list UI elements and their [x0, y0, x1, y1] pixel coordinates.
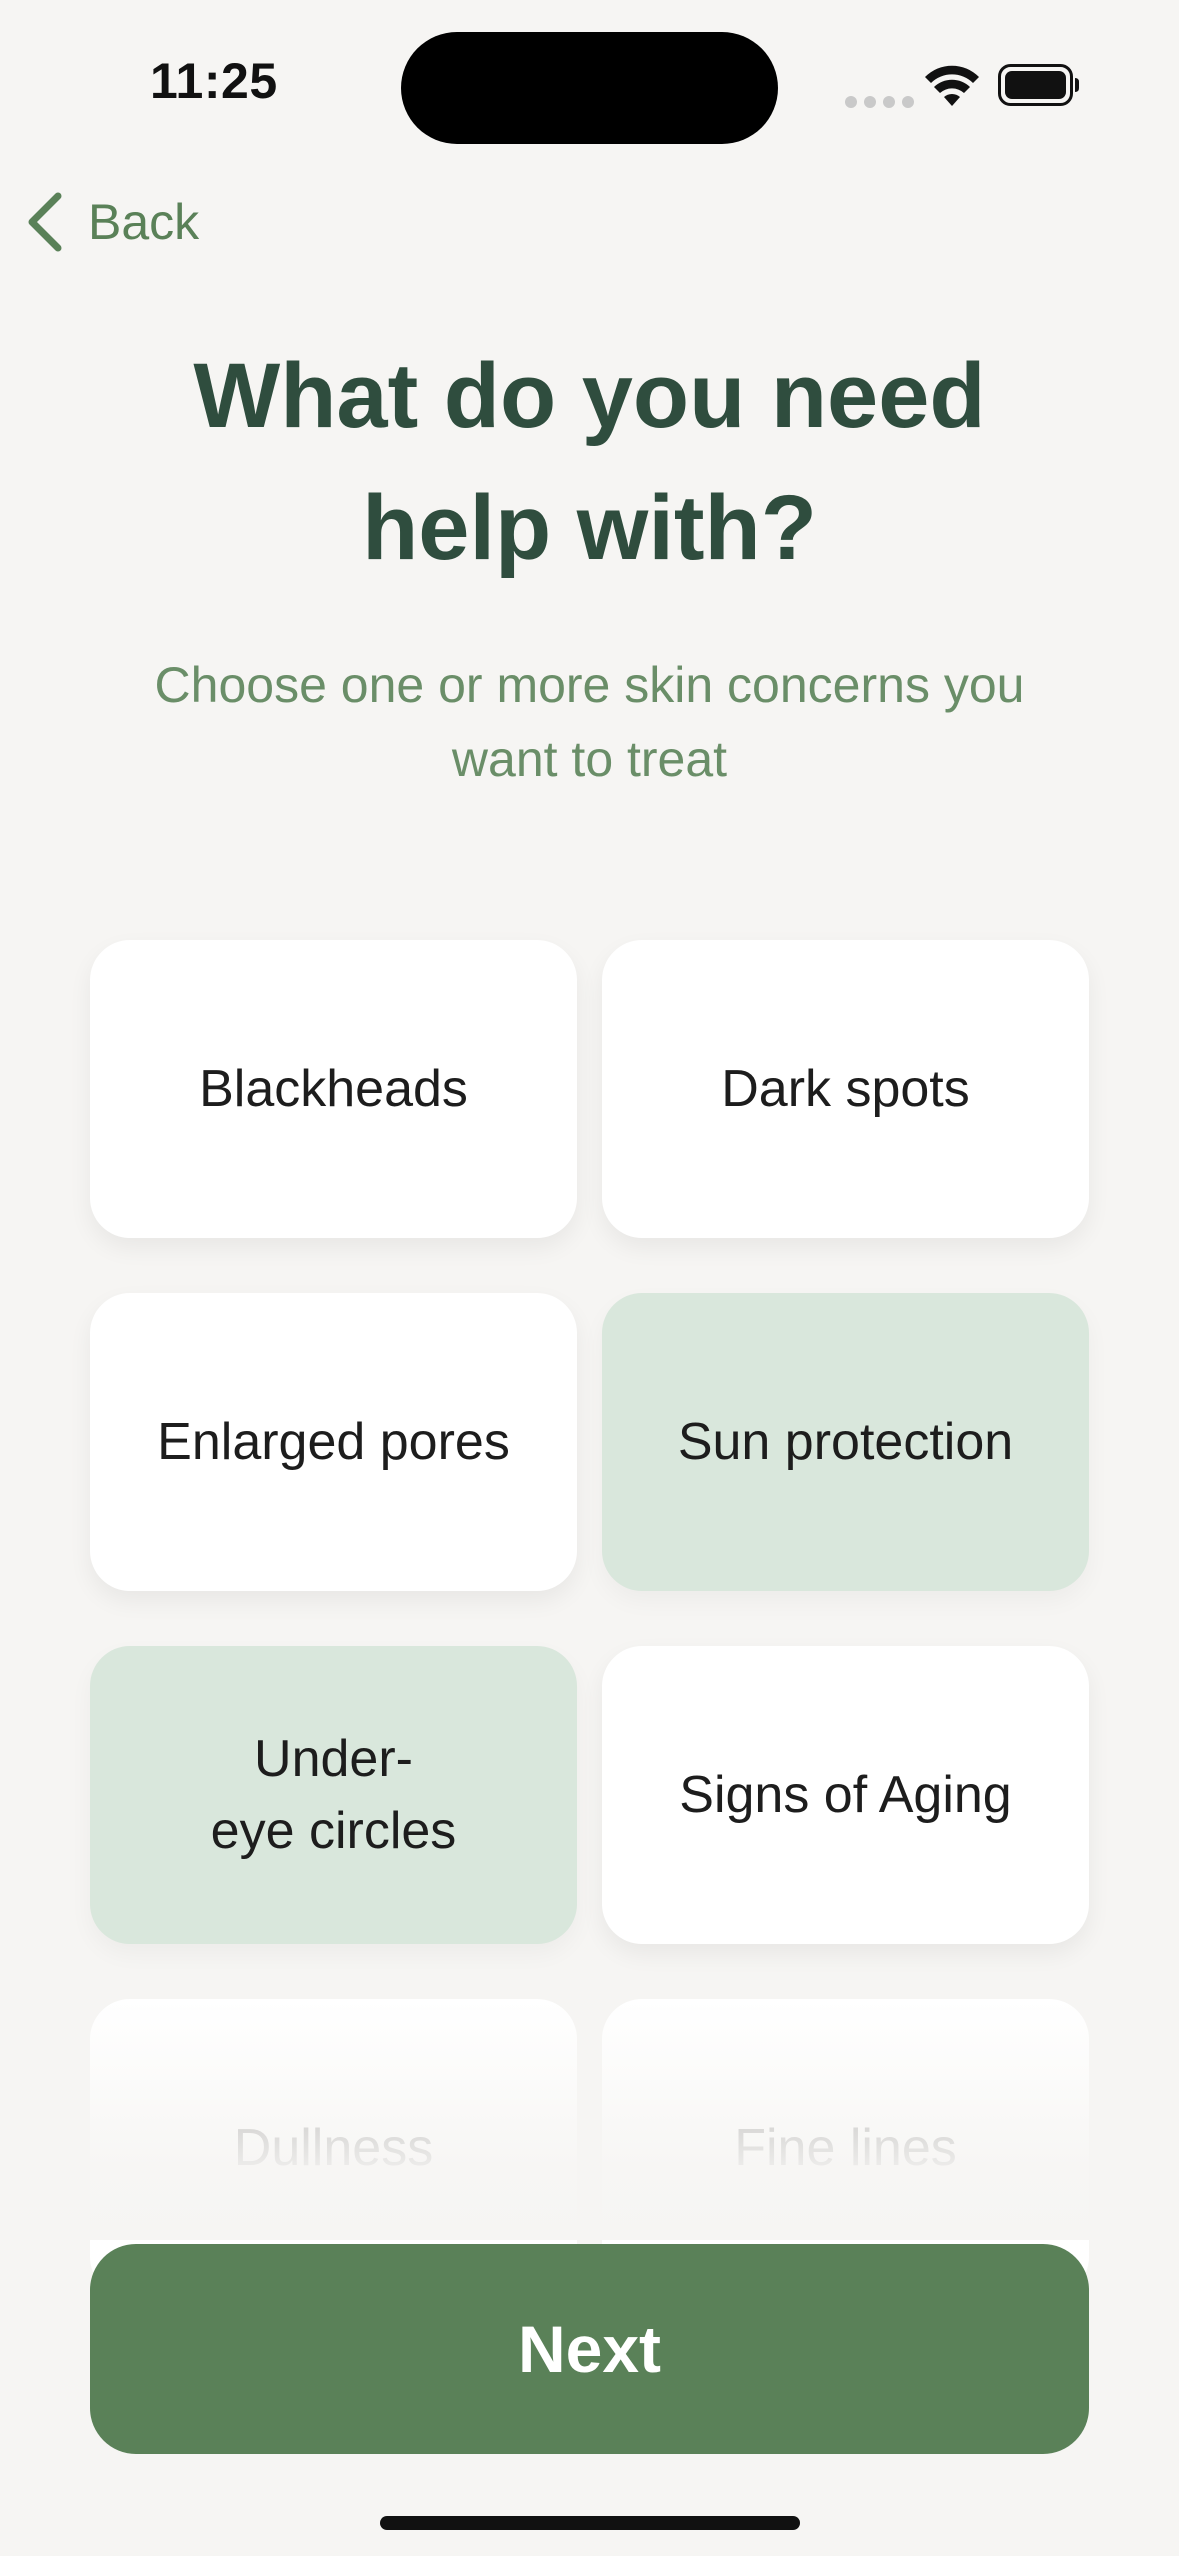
page-title: What do you need help with?: [193, 345, 986, 579]
option-under-eye-circles[interactable]: Under- eye circles: [90, 1646, 577, 1944]
status-time: 11:25: [150, 53, 278, 109]
option-label: Signs of Aging: [679, 1766, 1012, 1824]
chevron-left-icon: [28, 192, 62, 252]
option-label: Dark spots: [721, 1060, 970, 1118]
page-subtitle: Choose one or more skin concerns you wan…: [154, 657, 1025, 787]
back-label: Back: [88, 194, 200, 250]
option-enlarged-pores[interactable]: Enlarged pores: [90, 1293, 577, 1591]
dynamic-island: [401, 32, 778, 144]
option-dark-spots[interactable]: Dark spots: [602, 940, 1089, 1238]
back-button[interactable]: Back: [22, 190, 199, 254]
option-label: Blackheads: [199, 1060, 468, 1118]
option-sun-protection[interactable]: Sun protection: [602, 1293, 1089, 1591]
wifi-icon: [925, 65, 979, 106]
cellular-signal-icon: [845, 96, 914, 108]
option-label: Sun protection: [677, 1413, 1014, 1471]
battery-icon: [998, 64, 1079, 106]
option-label: Enlarged pores: [157, 1413, 510, 1471]
option-label: Dullness: [233, 2119, 434, 2177]
home-indicator[interactable]: [380, 2516, 800, 2530]
option-label: Fine lines: [734, 2119, 957, 2177]
next-button[interactable]: Next: [90, 2244, 1089, 2454]
screen: 11:25 Back What do you need help with? C…: [0, 0, 1179, 2556]
concern-options-grid: Blackheads Dark spots Enlarged pores Sun…: [90, 940, 1089, 2297]
option-label: Under- eye circles: [210, 1730, 457, 1860]
option-blackheads[interactable]: Blackheads: [90, 940, 577, 1238]
option-signs-of-aging[interactable]: Signs of Aging: [602, 1646, 1089, 1944]
